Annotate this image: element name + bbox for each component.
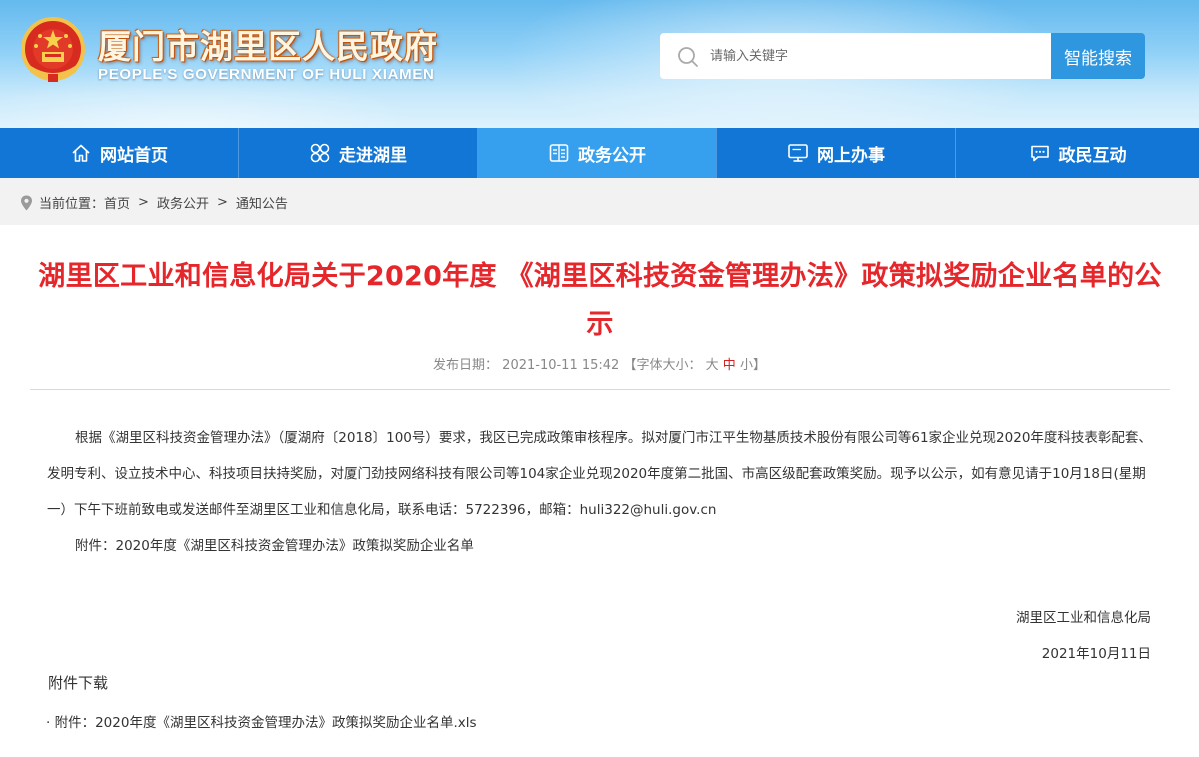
nav-item-label: 网上办事	[817, 145, 885, 166]
attachment-link[interactable]: · 附件：2020年度《湖里区科技资金管理办法》政策拟奖励企业名单.xls	[46, 711, 477, 731]
breadcrumb-home[interactable]: 首页	[104, 193, 130, 212]
chat-icon	[1030, 145, 1049, 162]
smart-search-button[interactable]: 智能搜索	[1051, 33, 1145, 79]
breadcrumb-government-affairs[interactable]: 政务公开	[157, 193, 209, 212]
nav-item-government-affairs[interactable]: 政务公开	[478, 128, 717, 178]
monitor-icon	[788, 144, 808, 162]
breadcrumb-notices[interactable]: 通知公告	[236, 193, 288, 212]
article-meta: 发布日期： 2021-10-11 15:42 【字体大小： 大 中 小】	[0, 354, 1199, 373]
article-signature: 湖里区工业和信息化局 2021年10月11日	[1016, 600, 1151, 672]
location-pin-icon	[21, 195, 32, 210]
breadcrumb-separator: >	[138, 195, 149, 210]
article-paragraph: 根据《湖里区科技资金管理办法》（厦湖府〔2018〕100号）要求，我区已完成政策…	[47, 430, 1152, 518]
article-title: 湖里区工业和信息化局关于2020年度 《湖里区科技资金管理办法》政策拟奖励企业名…	[38, 261, 1162, 340]
nav-item-about-huli[interactable]: 走进湖里	[239, 128, 478, 178]
attachments-heading: 附件下载	[48, 674, 109, 692]
site-title: 厦门市湖里区人民政府	[98, 27, 438, 66]
header-banner: 厦门市湖里区人民政府 PEOPLE'S GOVERNMENT OF HULI X…	[0, 0, 1199, 128]
nav-item-label: 走进湖里	[339, 145, 407, 166]
breadcrumb-prefix: 当前位置：	[39, 197, 105, 212]
signature-date: 2021年10月11日	[1041, 646, 1151, 662]
font-size-medium-button[interactable]: 中	[723, 358, 736, 373]
search-icon	[678, 47, 698, 67]
font-size-close: 】	[752, 358, 766, 373]
site-subtitle: PEOPLE'S GOVERNMENT OF HULI XIAMEN	[98, 66, 435, 83]
breadcrumb-bar: 当前位置： 首页 > 政务公开 > 通知公告	[0, 178, 1199, 225]
breadcrumb-separator: >	[216, 195, 228, 210]
article-attachment-note: 附件：2020年度《湖里区科技资金管理办法》政策拟奖励企业名单	[75, 538, 474, 554]
nav-item-label: 政民互动	[1058, 145, 1127, 166]
font-size-open: 【字体大小：	[623, 358, 702, 373]
clover-icon	[310, 143, 330, 163]
article-body: 根据《湖里区科技资金管理办法》（厦湖府〔2018〕100号）要求，我区已完成政策…	[47, 420, 1157, 564]
publish-date-label: 发布日期：	[433, 358, 499, 373]
nav-item-public-interaction[interactable]: 政民互动	[956, 128, 1199, 178]
national-emblem-icon	[21, 17, 85, 82]
font-size-large-button[interactable]: 大	[706, 358, 719, 373]
breadcrumb: 当前位置： 首页 > 政务公开 > 通知公告	[20, 193, 288, 212]
nav-item-label: 政务公开	[578, 145, 646, 166]
signature-organization: 湖里区工业和信息化局	[1016, 610, 1151, 626]
nav-item-home[interactable]: 网站首页	[0, 128, 239, 178]
document-list-icon	[549, 144, 569, 162]
search-box	[660, 33, 1051, 79]
main-nav: 网站首页 走进湖里 政务公开 网上办事 政民互动	[0, 128, 1199, 178]
home-icon	[72, 144, 90, 162]
search-input[interactable]	[710, 43, 1040, 69]
publish-date: 2021-10-11 15:42	[502, 358, 620, 373]
nav-item-online-services[interactable]: 网上办事	[717, 128, 956, 178]
divider	[30, 389, 1170, 390]
nav-item-label: 网站首页	[100, 145, 168, 166]
font-size-small-button[interactable]: 小	[740, 358, 753, 373]
